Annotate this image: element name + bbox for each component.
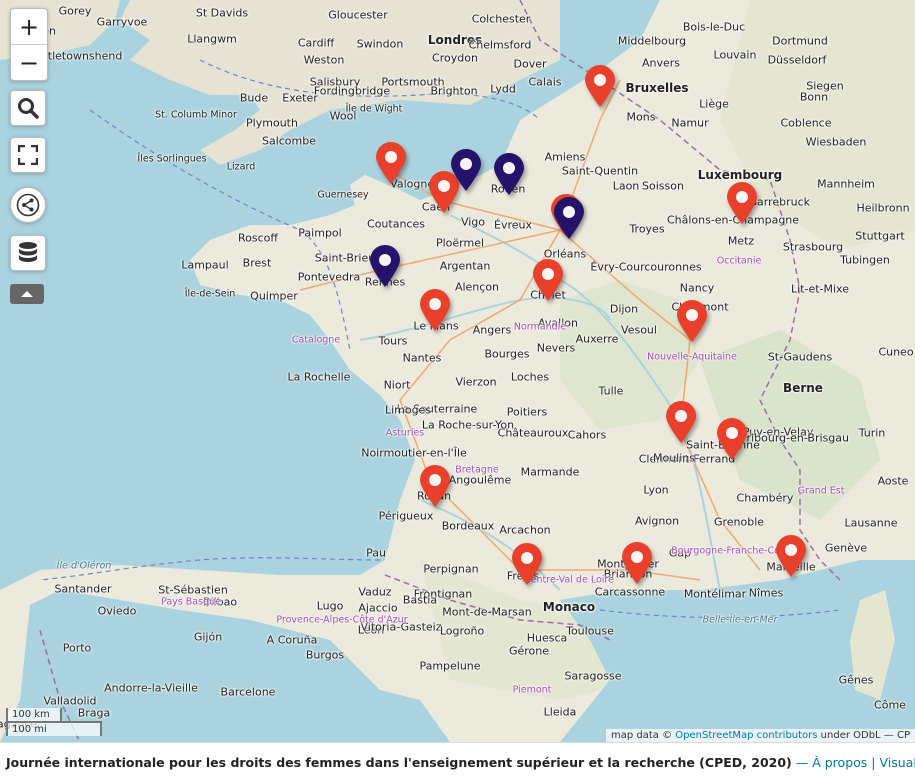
map-marker-blue[interactable] bbox=[368, 244, 402, 288]
map-marker-red[interactable] bbox=[620, 541, 654, 585]
map-marker-red[interactable] bbox=[664, 400, 698, 444]
zoom-in-button[interactable]: + bbox=[11, 9, 47, 45]
zoom-control: + − bbox=[10, 8, 48, 81]
map-marker-red[interactable] bbox=[510, 542, 544, 586]
fullscreen-icon bbox=[18, 145, 38, 165]
share-icon bbox=[16, 193, 40, 217]
panel-toggle-button[interactable] bbox=[10, 284, 44, 304]
map-attribution: map data © OpenStreetMap contributors un… bbox=[606, 729, 915, 742]
attribution-suffix: under ODbL — CP bbox=[820, 730, 910, 741]
fullscreen-button[interactable] bbox=[10, 137, 46, 173]
map-marker-red[interactable] bbox=[418, 464, 452, 508]
share-button[interactable] bbox=[10, 187, 46, 223]
map-marker-blue[interactable] bbox=[449, 148, 483, 192]
footer-bar: Journée internationale pour les droits d… bbox=[0, 742, 915, 781]
map-marker-red[interactable] bbox=[774, 534, 808, 578]
osm-contributors-link[interactable]: OpenStreetMap contributors bbox=[675, 730, 817, 741]
map-marker-red[interactable] bbox=[715, 417, 749, 461]
map-marker-red[interactable] bbox=[531, 258, 565, 302]
zoom-out-button[interactable]: − bbox=[11, 45, 47, 80]
map-title: Journée internationale pour les droits d… bbox=[6, 754, 792, 770]
view-data-link[interactable]: Visualiser les données bbox=[880, 755, 915, 770]
caret-up-icon bbox=[21, 291, 33, 297]
database-icon bbox=[19, 242, 37, 262]
map-marker-red[interactable] bbox=[725, 181, 759, 225]
map-marker-red[interactable] bbox=[675, 299, 709, 343]
footer-separator: | bbox=[871, 754, 876, 770]
data-layers-button[interactable] bbox=[10, 235, 46, 271]
map-marker-red[interactable] bbox=[583, 64, 617, 108]
search-button[interactable] bbox=[10, 90, 46, 126]
scale-bar: 100 km 100 mi bbox=[6, 708, 102, 736]
search-icon bbox=[18, 98, 39, 119]
map-marker-red[interactable] bbox=[374, 141, 408, 185]
about-link[interactable]: — À propos bbox=[796, 755, 868, 770]
map-marker-red[interactable] bbox=[418, 288, 452, 332]
map-marker-blue[interactable] bbox=[492, 152, 526, 196]
map-tiles bbox=[0, 0, 915, 742]
attribution-prefix: map data © bbox=[611, 730, 673, 741]
scale-mi: 100 mi bbox=[6, 721, 102, 736]
map-canvas[interactable]: GoreySt DavidsGarryvoeBandonCastletownsh… bbox=[0, 0, 915, 742]
map-marker-blue[interactable] bbox=[552, 196, 586, 240]
